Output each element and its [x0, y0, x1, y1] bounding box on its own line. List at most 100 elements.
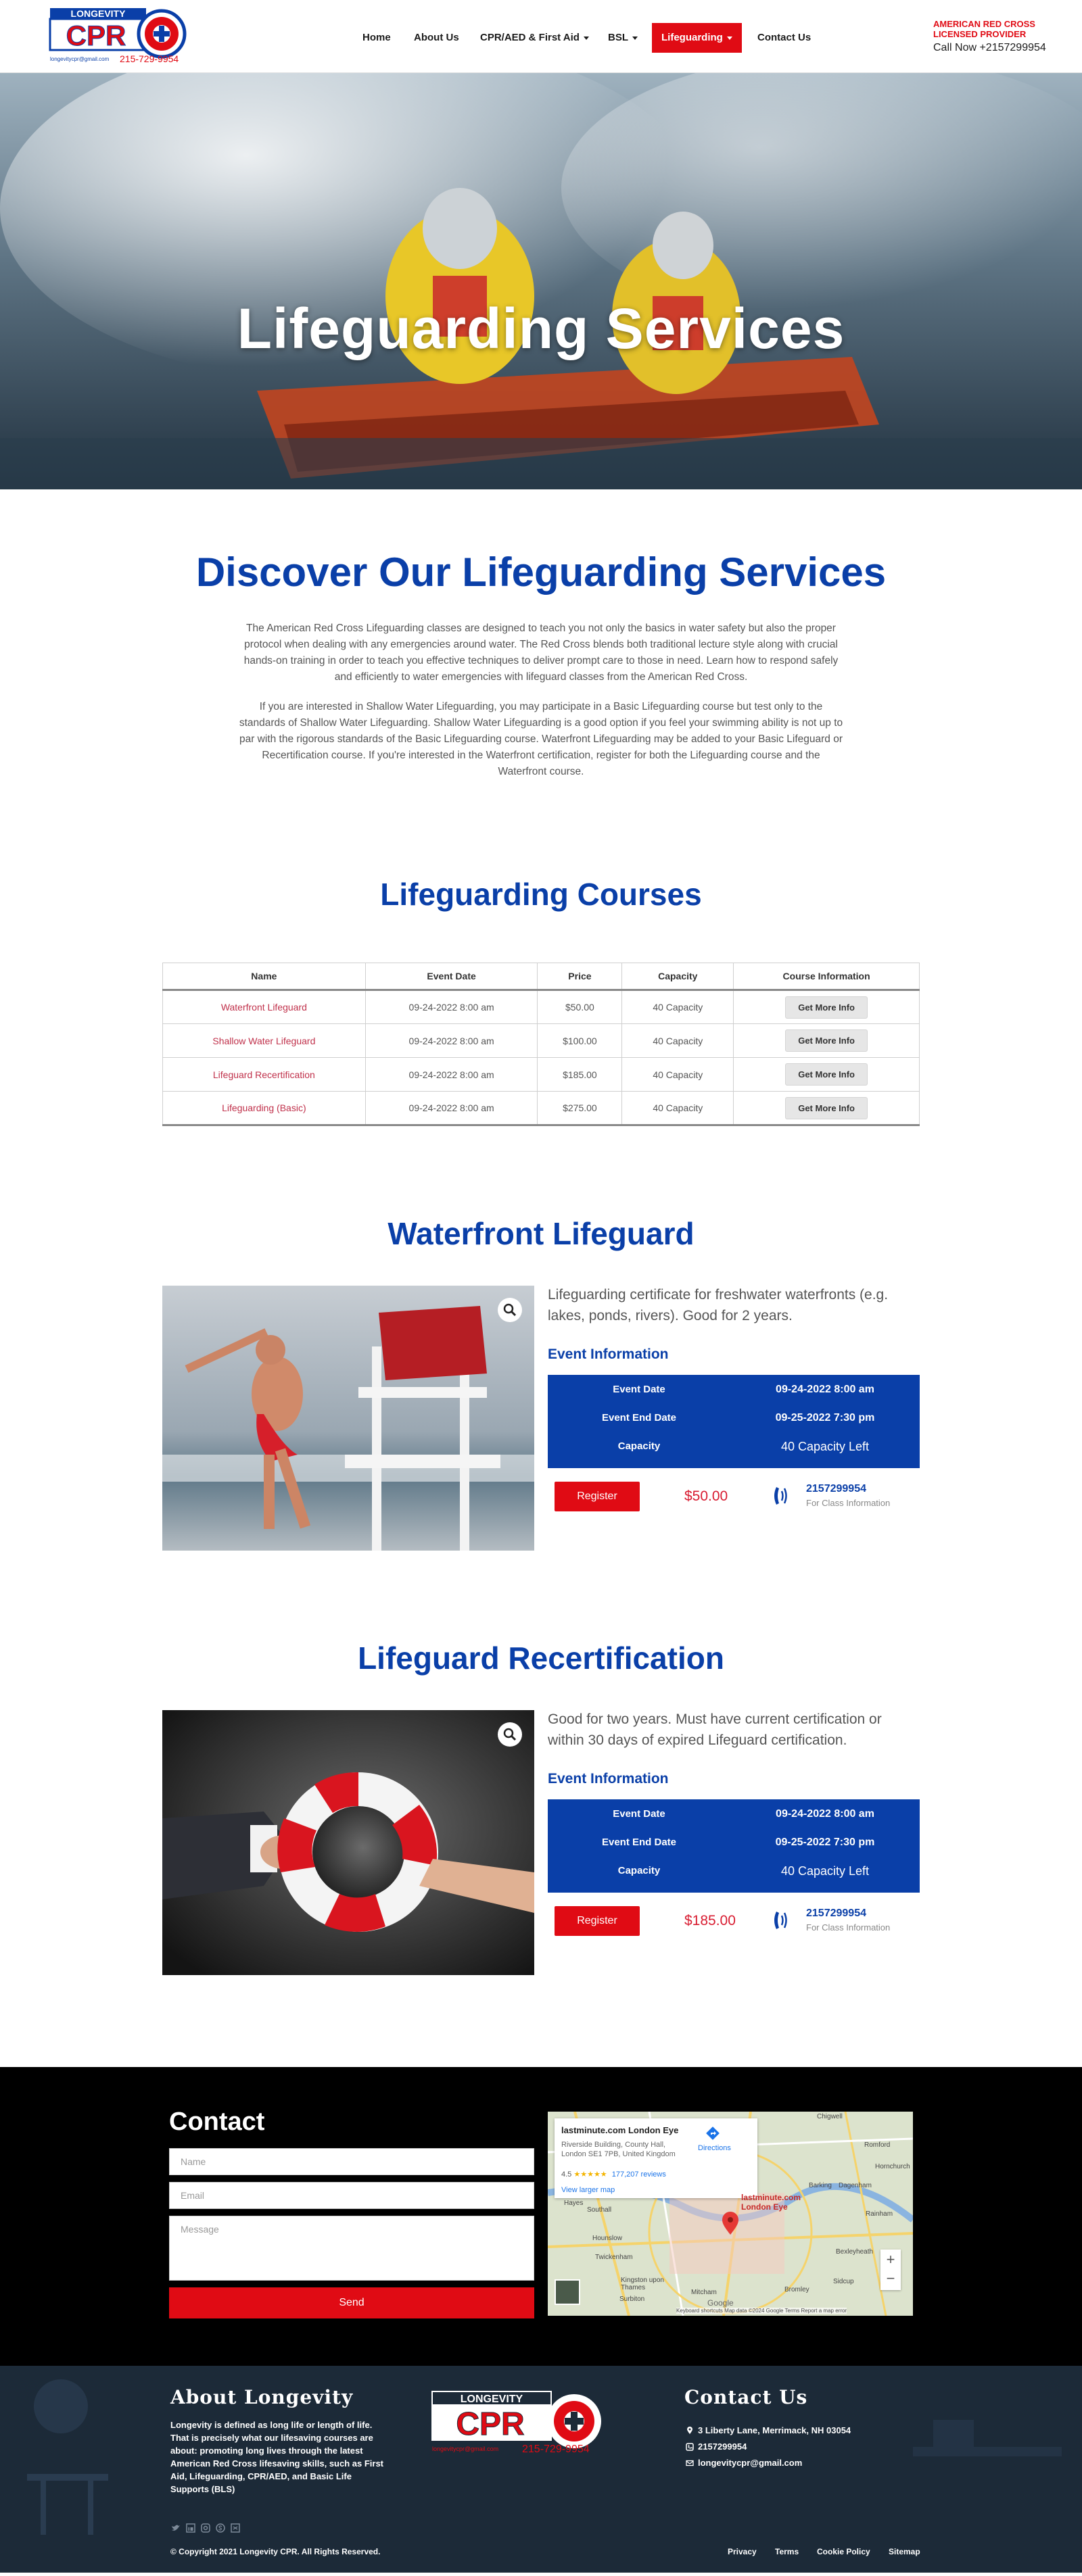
- nav-cpr[interactable]: CPR/AED & First Aid: [480, 23, 589, 53]
- site-logo[interactable]: LONGEVITY CPR longevitycpr@gmail.com 215…: [49, 5, 187, 68]
- contact-section: Contact: [0, 2067, 1082, 2366]
- embedded-map[interactable]: lastminute.com London Eye Riverside Buil…: [548, 2112, 913, 2316]
- call-now-link[interactable]: Call Now +2157299954: [933, 42, 1062, 54]
- map-town-label: Barking: [809, 2182, 832, 2189]
- instagram-icon[interactable]: [201, 2523, 210, 2533]
- linkedin-icon[interactable]: [186, 2523, 195, 2533]
- message-field[interactable]: Message: [169, 2216, 534, 2281]
- svg-text:CPR: CPR: [66, 20, 126, 51]
- table-row: Shallow Water Lifeguard 09-24-2022 8:00 …: [162, 1023, 920, 1058]
- get-more-info-button[interactable]: Get More Info: [785, 1096, 868, 1119]
- footer-logo[interactable]: LONGEVITY CPR longevitycpr@gmail.com 215…: [431, 2389, 607, 2456]
- footer-link-cookie-policy[interactable]: Cookie Policy: [817, 2547, 870, 2556]
- about-longevity-text: Longevity is defined as long life or len…: [170, 2420, 384, 2494]
- nav-home[interactable]: Home: [362, 23, 391, 53]
- waterfront-image[interactable]: [162, 1286, 534, 1551]
- recert-image[interactable]: [162, 1710, 534, 1975]
- map-town-label: Dagenham: [839, 2182, 872, 2189]
- phone-icon: [771, 1909, 791, 1932]
- nav-cpr-label: CPR/AED & First Aid: [480, 32, 580, 43]
- map-town-label: Bromley: [784, 2286, 809, 2293]
- course-info-cell: Get More Info: [733, 1023, 920, 1058]
- course-name-link[interactable]: Waterfront Lifeguard: [162, 990, 366, 1024]
- arc-line-1: AMERICAN RED CROSS: [933, 19, 1035, 29]
- course-date: 09-24-2022 8:00 am: [364, 1023, 538, 1058]
- twitter-icon[interactable]: [171, 2523, 181, 2533]
- map-info-card: lastminute.com London Eye Riverside Buil…: [555, 2118, 757, 2198]
- map-zoom-controls: + −: [880, 2250, 901, 2290]
- event-row: Event Date 09-24-2022 8:00 am: [548, 1376, 920, 1403]
- table-row: Lifeguard Recertification 09-24-2022 8:0…: [162, 1057, 920, 1092]
- arc-provider-label: AMERICAN RED CROSS LICENSED PROVIDER: [933, 19, 1062, 39]
- svg-text:215-729-9954: 215-729-9954: [120, 53, 179, 64]
- event-capacity-label: Capacity: [617, 1865, 661, 1876]
- nav-bsl[interactable]: BSL: [608, 23, 638, 53]
- course-info-cell: Get More Info: [733, 1057, 920, 1092]
- course-capacity: 40 Capacity: [621, 990, 734, 1024]
- course-capacity: 40 Capacity: [621, 1057, 734, 1092]
- nav-bsl-label: BSL: [608, 32, 628, 43]
- phone-icon: [771, 1484, 791, 1507]
- zoom-in-icon[interactable]: +: [880, 2251, 901, 2268]
- zoom-out-icon[interactable]: −: [880, 2270, 901, 2287]
- map-reviews-link[interactable]: 177,207 reviews: [612, 2170, 666, 2179]
- nav-about[interactable]: About Us: [414, 23, 459, 53]
- course-name-link[interactable]: Lifeguard Recertification: [162, 1057, 366, 1092]
- course-name-link[interactable]: Shallow Water Lifeguard: [162, 1023, 366, 1058]
- nav-contact[interactable]: Contact Us: [757, 23, 811, 53]
- hero-title: Lifeguarding Services: [237, 297, 845, 360]
- share-icon[interactable]: [231, 2523, 240, 2533]
- get-more-info-button[interactable]: Get More Info: [785, 1063, 868, 1086]
- recert-event-table: Event Date 09-24-2022 8:00 am Event End D…: [548, 1799, 920, 1893]
- event-row: Capacity 40 Capacity Left: [548, 1433, 920, 1460]
- arc-line-2: LICENSED PROVIDER: [933, 29, 1027, 39]
- directions-icon[interactable]: [706, 2127, 720, 2140]
- event-capacity-label: Capacity: [617, 1440, 661, 1452]
- recert-register-button[interactable]: Register: [555, 1906, 640, 1936]
- course-price: $50.00: [537, 990, 623, 1024]
- course-name-link[interactable]: Lifeguarding (Basic): [162, 1091, 366, 1126]
- location-pin-icon: [687, 2427, 692, 2434]
- event-end-date-label: Event End Date: [601, 1837, 677, 1848]
- event-row: Event Date 09-24-2022 8:00 am: [548, 1801, 920, 1828]
- courses-title: Lifeguarding Courses: [380, 877, 702, 912]
- map-town-label: Mitcham: [691, 2289, 717, 2296]
- map-town-label: Hayes: [564, 2200, 584, 2207]
- nav-lifeguarding-label: Lifeguarding: [661, 32, 723, 43]
- get-more-info-button[interactable]: Get More Info: [785, 1029, 868, 1052]
- recert-phone[interactable]: 2157299954: [806, 1907, 866, 1920]
- map-layer-toggle[interactable]: [555, 2279, 580, 2305]
- zoom-icon[interactable]: [498, 1298, 522, 1322]
- contact-title: Contact: [169, 2108, 265, 2136]
- star-rating-icon: ★★★★★: [573, 2170, 607, 2179]
- zoom-icon[interactable]: [498, 1722, 522, 1747]
- svg-text:LONGEVITY: LONGEVITY: [71, 8, 126, 19]
- waterfront-phone[interactable]: 2157299954: [806, 1483, 866, 1495]
- map-directions-link[interactable]: Directions: [698, 2144, 731, 2152]
- waterfront-register-button[interactable]: Register: [555, 1482, 640, 1511]
- col-capacity: Capacity: [621, 963, 734, 991]
- footer-link-sitemap[interactable]: Sitemap: [889, 2547, 920, 2556]
- discover-paragraph-1: The American Red Cross Lifeguarding clas…: [243, 623, 839, 683]
- contact-us-heading: Contact Us: [684, 2386, 808, 2408]
- email-field[interactable]: Email: [169, 2182, 534, 2209]
- site-header: LONGEVITY CPR longevitycpr@gmail.com 215…: [0, 0, 1082, 73]
- hero-banner: Lifeguarding Services: [0, 73, 1082, 489]
- map-larger-link[interactable]: View larger map: [561, 2186, 615, 2194]
- nav-lifeguarding[interactable]: Lifeguarding: [652, 23, 742, 53]
- skype-icon[interactable]: [216, 2523, 225, 2533]
- svg-text:longevitycpr@gmail.com: longevitycpr@gmail.com: [432, 2446, 498, 2452]
- name-field[interactable]: Name: [169, 2148, 534, 2175]
- map-town-label: Southall: [587, 2206, 612, 2214]
- footer-address-text: 3 Liberty Lane, Merrimack, NH 03054: [698, 2425, 851, 2435]
- footer-link-privacy[interactable]: Privacy: [728, 2547, 757, 2556]
- send-button[interactable]: Send: [169, 2287, 534, 2318]
- footer-link-terms[interactable]: Terms: [775, 2547, 799, 2556]
- get-more-info-button[interactable]: Get More Info: [785, 996, 868, 1019]
- envelope-icon: [686, 2460, 694, 2466]
- map-place-name: lastminute.com London Eye: [561, 2125, 679, 2135]
- event-date-value: 09-24-2022 8:00 am: [776, 1384, 874, 1395]
- discover-title: Discover Our Lifeguarding Services: [195, 550, 887, 595]
- event-date-label: Event Date: [613, 1384, 665, 1395]
- event-capacity-value: 40 Capacity Left: [780, 1864, 870, 1878]
